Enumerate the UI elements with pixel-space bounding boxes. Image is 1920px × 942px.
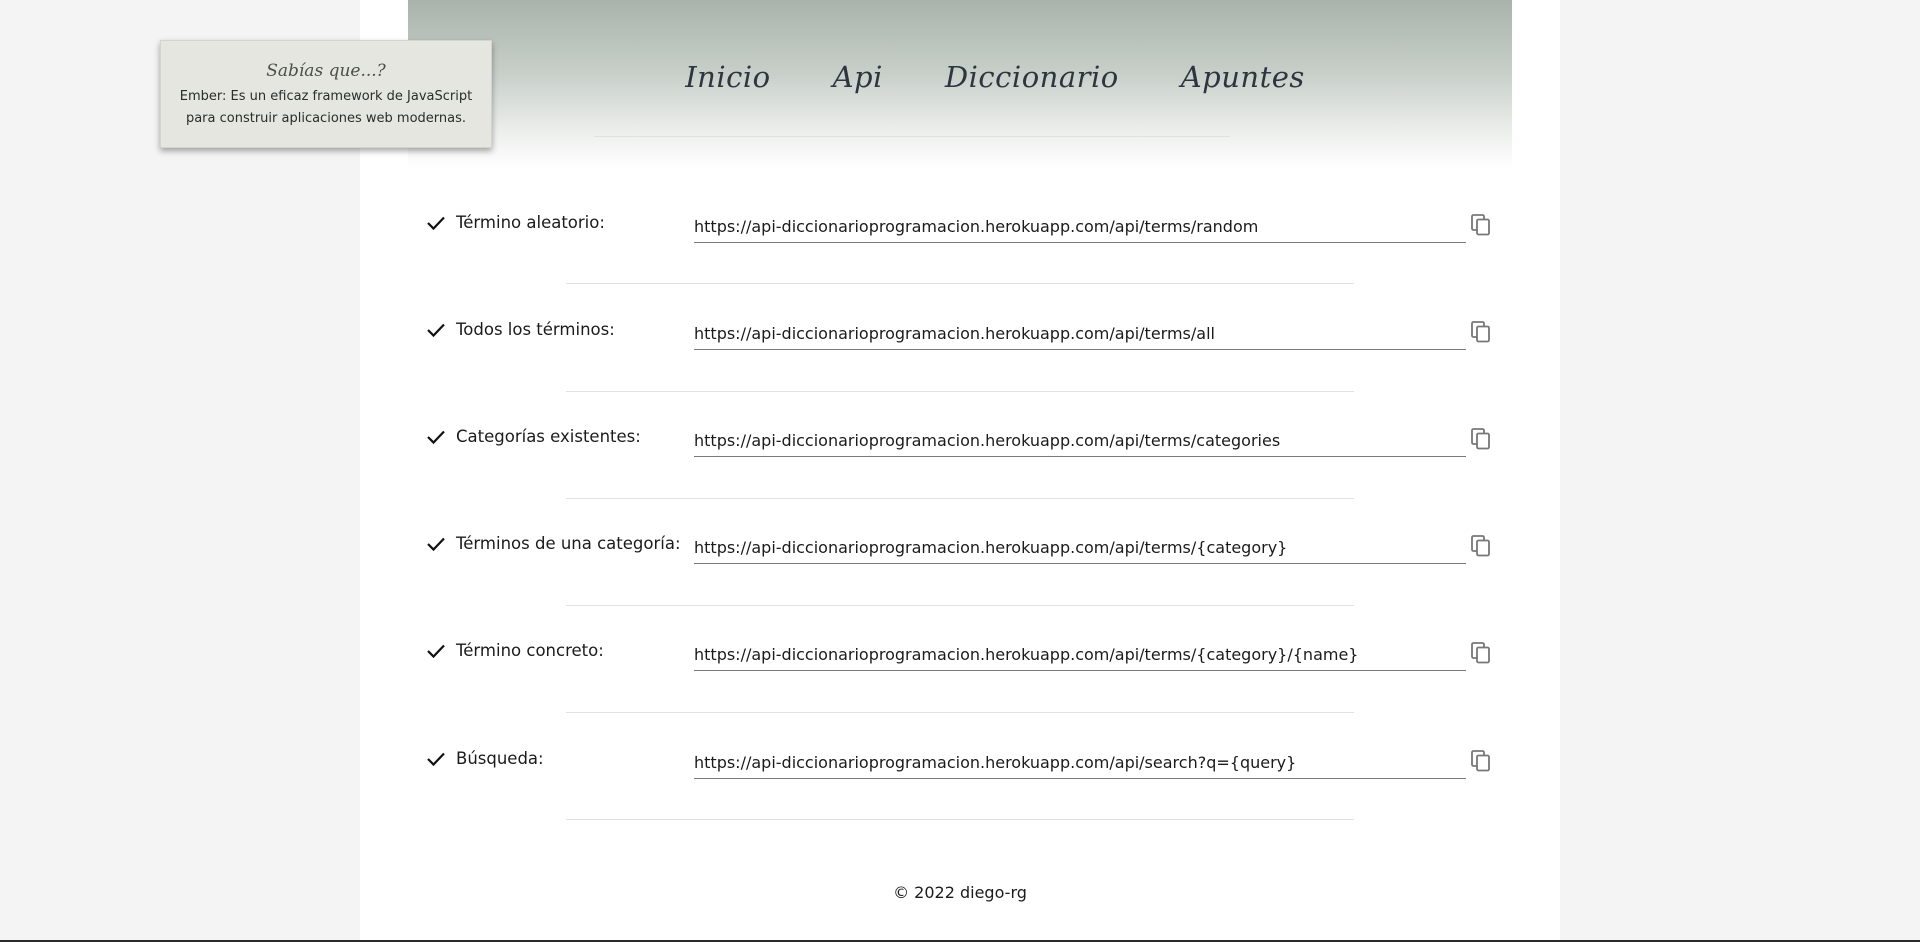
endpoint-label: Todos los términos:	[456, 320, 615, 339]
nav-link-inicio[interactable]: Inicio	[685, 60, 770, 94]
nav-link-apuntes[interactable]: Apuntes	[1181, 60, 1305, 94]
endpoint-row-term: Término concreto:	[424, 635, 1494, 671]
check-icon	[427, 216, 445, 231]
check-icon	[427, 537, 445, 552]
header: Inicio Api Diccionario Apuntes	[408, 0, 1512, 168]
endpoint-url-field[interactable]	[694, 314, 1466, 350]
endpoint-label: Términos de una categoría:	[456, 534, 681, 553]
copy-icon[interactable]	[1470, 749, 1492, 773]
copy-icon[interactable]	[1470, 213, 1492, 237]
endpoint-label: Búsqueda:	[456, 749, 544, 768]
copy-icon[interactable]	[1470, 641, 1492, 665]
nav-link-api[interactable]: Api	[833, 60, 883, 94]
endpoint-url-field[interactable]	[694, 421, 1466, 457]
content-panel: Inicio Api Diccionario Apuntes	[360, 0, 1560, 942]
endpoint-url-field[interactable]	[694, 635, 1466, 671]
copy-icon[interactable]	[1470, 534, 1492, 558]
endpoint-row-random: Término aleatorio:	[424, 207, 1494, 243]
endpoint-url-field[interactable]	[694, 207, 1466, 243]
copy-icon[interactable]	[1470, 320, 1492, 344]
check-icon	[427, 644, 445, 659]
copy-icon[interactable]	[1470, 427, 1492, 451]
row-separator	[566, 819, 1354, 820]
footer-copyright: © 2022 diego-rg	[893, 883, 1027, 902]
endpoint-row-search: Búsqueda:	[424, 743, 1494, 779]
row-separator	[566, 605, 1354, 606]
tip-text: Ember: Es un eficaz framework de JavaScr…	[179, 89, 473, 126]
tip-title: Sabías que...?	[266, 61, 386, 81]
endpoint-url-field[interactable]	[694, 528, 1466, 564]
endpoint-label: Categorías existentes:	[456, 427, 641, 446]
main-nav: Inicio Api Diccionario Apuntes	[408, 60, 1512, 94]
endpoint-url-field[interactable]	[694, 743, 1466, 779]
endpoint-row-categories: Categorías existentes:	[424, 421, 1494, 457]
row-separator	[566, 391, 1354, 392]
nav-link-diccionario[interactable]: Diccionario	[945, 60, 1119, 94]
endpoint-row-category: Términos de una categoría:	[424, 528, 1494, 564]
endpoint-row-all: Todos los términos:	[424, 314, 1494, 350]
nav-divider	[594, 136, 1230, 137]
endpoint-label: Término concreto:	[456, 641, 604, 660]
endpoint-label: Término aleatorio:	[456, 213, 605, 232]
check-icon	[427, 752, 445, 767]
row-separator	[566, 712, 1354, 713]
check-icon	[427, 323, 445, 338]
row-separator	[566, 498, 1354, 499]
did-you-know-card: Sabías que...? Ember: Es un eficaz frame…	[160, 40, 492, 148]
check-icon	[427, 430, 445, 445]
row-separator	[566, 283, 1354, 284]
